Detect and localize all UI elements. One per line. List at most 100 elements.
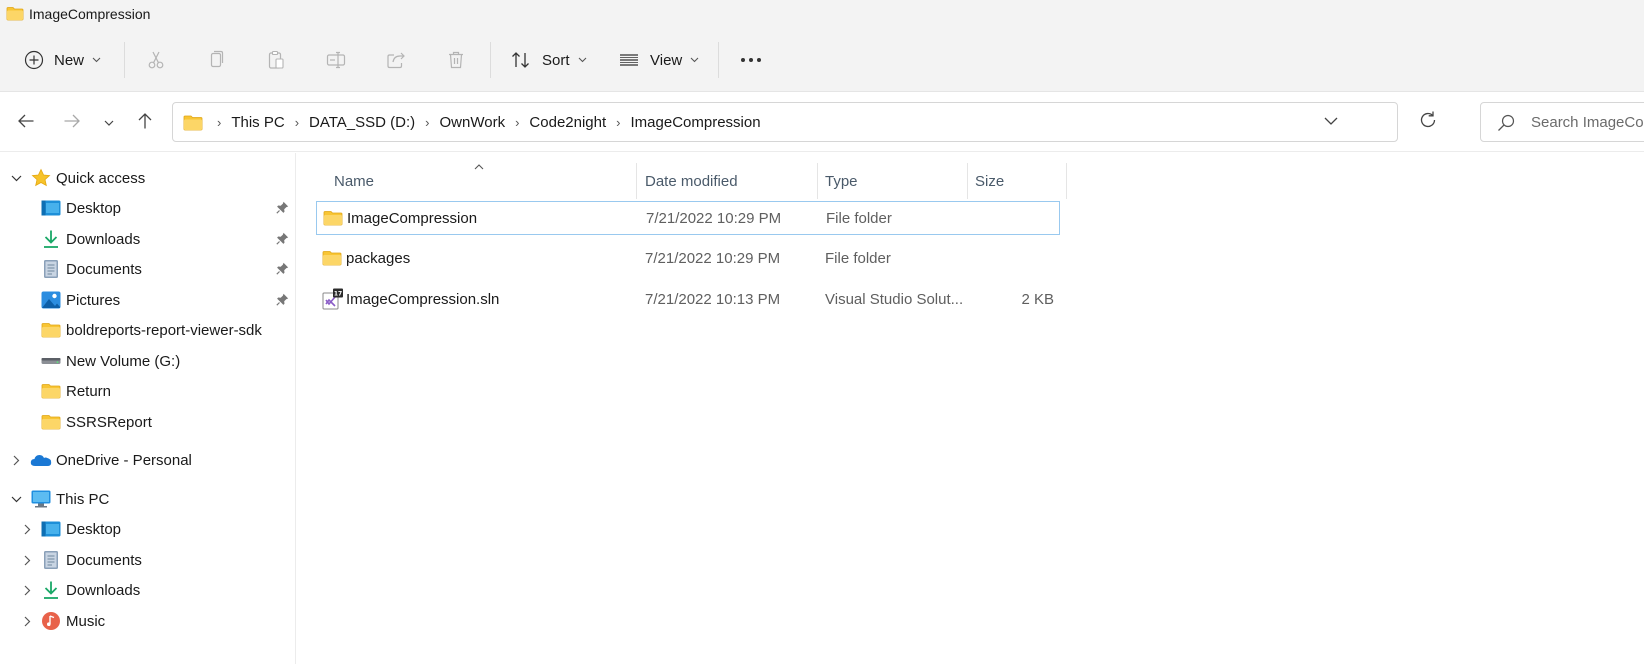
sidebar-item-pc-documents[interactable]: Documents <box>0 546 296 574</box>
cloud-icon <box>30 449 52 471</box>
breadcrumb-data-ssd[interactable]: DATA_SSD (D:) <box>309 114 415 131</box>
toolbar-divider <box>124 42 125 78</box>
folder-icon <box>323 202 343 234</box>
folder-icon <box>6 6 24 24</box>
clipboard-icon <box>266 50 286 70</box>
window-title: ImageCompression <box>29 6 151 22</box>
sidebar-item-label: Desktop <box>66 520 122 538</box>
sidebar-item-label: Downloads <box>66 230 141 248</box>
vs-solution-icon: 17 <box>322 283 344 315</box>
column-divider[interactable] <box>967 163 968 199</box>
file-name: ImageCompression <box>347 209 478 227</box>
new-label: New <box>54 51 85 69</box>
sidebar-item-downloads[interactable]: Downloads <box>0 225 296 253</box>
folder-icon <box>40 411 62 433</box>
chevron-right-icon[interactable] <box>20 522 34 536</box>
sidebar-item-new-volume[interactable]: New Volume (G:) <box>0 347 296 375</box>
refresh-button[interactable] <box>1418 110 1438 133</box>
column-header-date-modified[interactable]: Date modified <box>645 161 738 201</box>
download-icon <box>40 579 62 601</box>
sidebar-item-ssrsreport[interactable]: SSRSReport <box>0 408 296 436</box>
breadcrumb-code2night[interactable]: Code2night <box>529 114 606 131</box>
chevron-down-icon[interactable] <box>9 492 23 506</box>
chevron-right-icon: › <box>217 114 222 130</box>
folder-icon <box>40 319 62 341</box>
search-input[interactable]: Search ImageCompression <box>1480 102 1644 142</box>
column-header-type[interactable]: Type <box>825 161 858 201</box>
chevron-down-icon <box>104 114 114 130</box>
folder-icon <box>40 380 62 402</box>
sidebar-item-documents[interactable]: Documents <box>0 255 296 283</box>
sidebar-item-pc-desktop[interactable]: Desktop <box>0 515 296 543</box>
desktop-icon <box>40 197 62 219</box>
file-name: packages <box>346 249 411 267</box>
sidebar-item-onedrive[interactable]: OneDrive - Personal <box>0 446 296 474</box>
sidebar-item-pc-downloads[interactable]: Downloads <box>0 576 296 604</box>
arrow-right-icon <box>63 113 81 132</box>
sidebar-item-boldreports-report-viewer-sdk[interactable]: boldreports-report-viewer-sdk <box>0 316 296 344</box>
table-row[interactable]: 17 ImageCompression.sln 7/21/2022 10:13 … <box>316 283 1060 317</box>
address-history-button[interactable] <box>1323 111 1339 134</box>
sidebar-item-desktop[interactable]: Desktop <box>0 194 296 222</box>
column-divider[interactable] <box>817 163 818 199</box>
chevron-right-icon: › <box>515 114 520 130</box>
up-button[interactable] <box>133 110 157 134</box>
rename-button[interactable] <box>326 44 346 76</box>
chevron-right-icon[interactable] <box>20 583 34 597</box>
sidebar-item-label: New Volume (G:) <box>66 352 181 370</box>
sidebar-item-this-pc[interactable]: This PC <box>0 485 296 513</box>
new-button[interactable]: New <box>24 44 101 76</box>
sidebar-item-pictures[interactable]: Pictures <box>0 286 296 314</box>
sidebar-item-pc-music[interactable]: Music <box>0 607 296 635</box>
table-row[interactable]: packages 7/21/2022 10:29 PM File folder <box>316 242 1060 276</box>
navigation-pane: Quick access Desktop Downloads Documents <box>0 153 296 664</box>
sidebar-item-label: Quick access <box>56 169 146 187</box>
arrow-left-icon <box>17 113 35 132</box>
forward-button[interactable] <box>60 110 84 134</box>
delete-button[interactable] <box>446 44 466 76</box>
sort-label: Sort <box>542 51 570 69</box>
copy-button[interactable] <box>206 44 226 76</box>
toolbar-divider <box>490 42 491 78</box>
back-button[interactable] <box>14 110 38 134</box>
music-icon <box>40 610 62 632</box>
sidebar-item-quick-access[interactable]: Quick access <box>0 164 296 192</box>
recent-locations-button[interactable] <box>97 110 121 134</box>
title-bar: ImageCompression <box>0 0 1644 28</box>
cut-button[interactable] <box>146 44 166 76</box>
chevron-right-icon[interactable] <box>9 453 23 467</box>
sort-button[interactable]: Sort <box>510 44 587 76</box>
chevron-right-icon[interactable] <box>20 614 34 628</box>
table-row[interactable]: ImageCompression 7/21/2022 10:29 PM File… <box>316 201 1060 235</box>
more-options-button[interactable] <box>740 44 762 76</box>
chevron-right-icon[interactable] <box>20 553 34 567</box>
pin-icon <box>276 232 289 249</box>
chevron-down-icon[interactable] <box>9 171 23 185</box>
view-button[interactable]: View <box>618 44 699 76</box>
search-placeholder: Search ImageCompression <box>1531 114 1644 131</box>
column-header-name[interactable]: Name <box>334 161 374 201</box>
paste-button[interactable] <box>266 44 286 76</box>
pictures-icon <box>40 289 62 311</box>
refresh-icon <box>1418 111 1438 133</box>
file-type: File folder <box>826 209 892 227</box>
sidebar-item-label: boldreports-report-viewer-sdk <box>66 321 262 339</box>
column-divider[interactable] <box>636 163 637 199</box>
column-divider[interactable] <box>1066 163 1067 199</box>
share-button[interactable] <box>386 44 406 76</box>
breadcrumb-ownwork[interactable]: OwnWork <box>440 114 506 131</box>
sidebar-item-label: Music <box>66 612 106 630</box>
chevron-right-icon: › <box>425 114 430 130</box>
documents-icon <box>40 549 62 571</box>
column-header-size[interactable]: Size <box>975 161 1004 201</box>
download-icon <box>40 228 62 250</box>
breadcrumb-this-pc[interactable]: This PC <box>231 114 284 131</box>
view-list-icon <box>618 50 640 70</box>
search-icon <box>1497 114 1515 135</box>
command-bar: New Sort View <box>0 28 1644 92</box>
star-icon <box>30 167 52 189</box>
breadcrumb-imagecompression[interactable]: ImageCompression <box>631 114 761 131</box>
sidebar-item-return[interactable]: Return <box>0 377 296 405</box>
address-bar[interactable]: › This PC › DATA_SSD (D:) › OwnWork › Co… <box>172 102 1398 142</box>
pin-icon <box>276 201 289 218</box>
